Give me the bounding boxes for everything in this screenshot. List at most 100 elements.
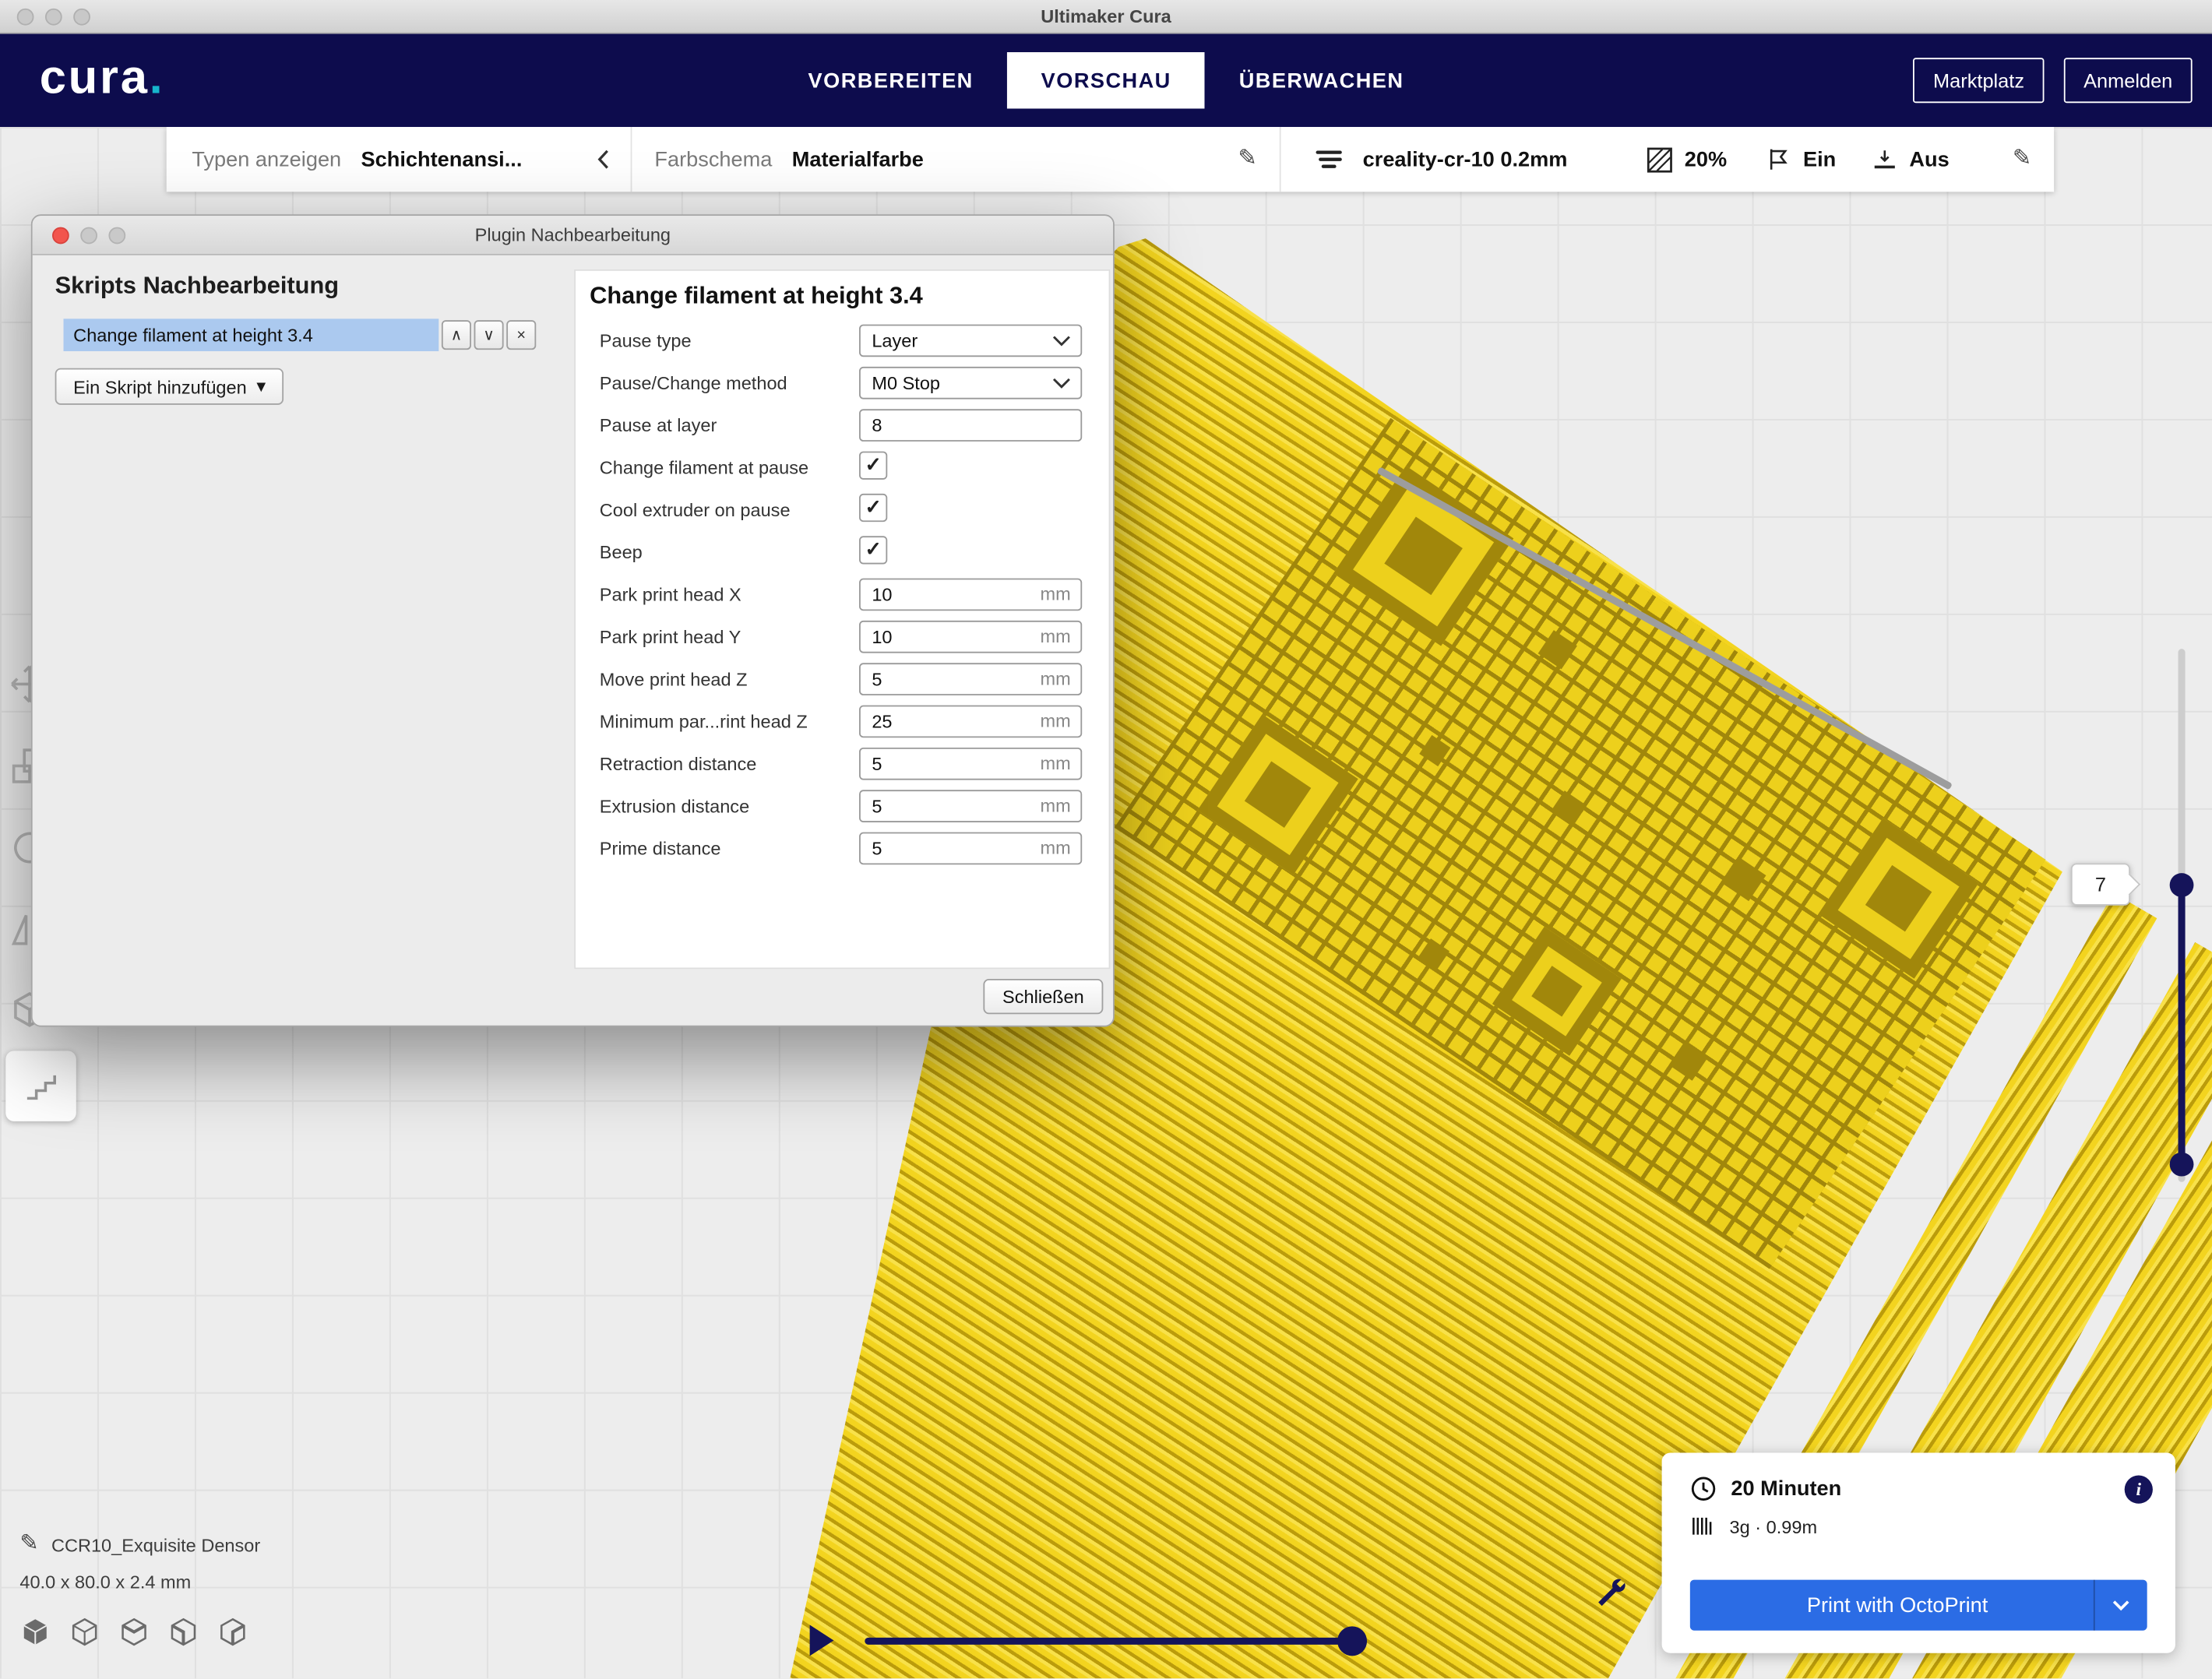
pause-at-layer-input[interactable] xyxy=(859,408,1082,441)
qr-finder-core xyxy=(1531,966,1582,1016)
adhesion-icon xyxy=(1872,146,1898,172)
rename-pencil-icon[interactable]: ✎ xyxy=(19,1533,38,1556)
material-usage: 3g · 0.99m xyxy=(1730,1515,1818,1536)
check-icon: ✓ xyxy=(865,452,882,477)
field-label: Minimum par...rint head Z xyxy=(600,710,859,731)
view-type-label: Typen anzeigen xyxy=(192,147,341,171)
support-blocker-panel[interactable] xyxy=(5,1051,76,1121)
scripts-heading: Skripts Nachbearbeitung xyxy=(55,273,339,301)
model-info: ✎ CCR10_Exquisite Densor 40.0 x 80.0 x 2… xyxy=(19,1533,260,1593)
qr-module xyxy=(1723,858,1766,901)
field-label: Move print head Z xyxy=(600,668,859,689)
info-icon[interactable]: i xyxy=(2125,1476,2153,1504)
printer-profile: creality-cr-10 0.2mm xyxy=(1363,147,1568,171)
park-print-head-x-input[interactable] xyxy=(859,578,1082,611)
print-button-chevron[interactable] xyxy=(2094,1580,2147,1631)
timeline-slider-track[interactable] xyxy=(865,1638,1361,1645)
qr-module xyxy=(1538,630,1577,669)
prime-distance-input[interactable] xyxy=(859,832,1082,864)
view-top-icon[interactable] xyxy=(118,1617,150,1648)
layer-slider-handle-top[interactable] xyxy=(2170,873,2194,897)
tab-vorschau[interactable]: VORSCHAU xyxy=(1007,52,1205,108)
layer-slider-range[interactable] xyxy=(2179,885,2186,1164)
move-print-head-z-input[interactable] xyxy=(859,662,1082,695)
beep-checkbox[interactable]: ✓ xyxy=(859,535,887,563)
color-scheme-value: Materialfarbe xyxy=(792,147,924,171)
retraction-distance-input[interactable] xyxy=(859,747,1082,780)
script-list-row: Change filament at height 3.4 ∧ ∨ × xyxy=(64,319,537,351)
add-script-label: Ein Skript hinzufügen xyxy=(73,376,247,397)
field-label: Beep xyxy=(600,541,859,562)
model-dimensions: 40.0 x 80.0 x 2.4 mm xyxy=(19,1572,260,1593)
layer-slider-handle-bottom[interactable] xyxy=(2170,1153,2194,1177)
field-label: Pause/Change method xyxy=(600,371,859,392)
field-row: Beep ✓ xyxy=(576,530,1109,572)
print-time-row: 20 Minuten xyxy=(1690,1476,2147,1502)
dialog-close-button[interactable] xyxy=(52,227,69,244)
cool-extruder-checkbox[interactable]: ✓ xyxy=(859,493,887,521)
check-icon: ✓ xyxy=(865,495,882,519)
field-row: Change filament at pause ✓ xyxy=(576,445,1109,488)
qr-finder-core xyxy=(1384,516,1463,595)
close-window-button[interactable] xyxy=(17,8,34,25)
model-name: CCR10_Exquisite Densor xyxy=(51,1534,260,1555)
camera-view-presets xyxy=(19,1617,248,1648)
timeline-slider-handle[interactable] xyxy=(1337,1626,1367,1656)
color-scheme-selector[interactable]: Farbschema Materialfarbe ✎ xyxy=(632,127,1279,192)
view-3d-icon[interactable] xyxy=(19,1617,51,1648)
tab-ueberwachen[interactable]: ÜBERWACHEN xyxy=(1205,52,1438,108)
dialog-close-action-button[interactable]: Schließen xyxy=(983,979,1103,1014)
field-row: Pause at layer xyxy=(576,403,1109,445)
dialog-zoom-button[interactable] xyxy=(108,227,125,244)
qr-finder-pattern xyxy=(1492,927,1622,1056)
print-with-octoprint-button[interactable]: Print with OctoPrint xyxy=(1690,1580,2147,1631)
field-row: Cool extruder on pause ✓ xyxy=(576,488,1109,530)
script-settings-panel: Change filament at height 3.4 Pause type… xyxy=(574,269,1110,969)
dialog-minimize-button[interactable] xyxy=(80,227,97,244)
change-filament-checkbox[interactable]: ✓ xyxy=(859,451,887,479)
minimum-park-print-head-z-input[interactable] xyxy=(859,705,1082,737)
print-time: 20 Minuten xyxy=(1731,1477,1841,1501)
zoom-window-button[interactable] xyxy=(73,8,90,25)
qr-module xyxy=(1669,1042,1708,1081)
nav-buttons: Marktplatz Anmelden xyxy=(1914,58,2193,103)
view-front-icon[interactable] xyxy=(69,1617,100,1648)
move-script-up-button[interactable]: ∧ xyxy=(442,320,471,350)
cura-window: Ultimaker Cura cura. VORBEREITEN VORSCHA… xyxy=(0,0,2212,1678)
view-type-selector[interactable]: Typen anzeigen Schichtenansi... xyxy=(167,127,631,192)
print-job-card: 20 Minuten i 3g · 0.99m Print with OctoP… xyxy=(1662,1453,2175,1653)
signin-button[interactable]: Anmelden xyxy=(2064,58,2193,103)
pause-type-select[interactable]: Layer xyxy=(859,324,1082,357)
pause-method-select[interactable]: M0 Stop xyxy=(859,366,1082,399)
print-button-label: Print with OctoPrint xyxy=(1807,1593,2031,1617)
filament-icon xyxy=(1690,1513,1716,1539)
marketplace-button[interactable]: Marktplatz xyxy=(1914,58,2045,103)
support-value: Ein xyxy=(1803,147,1836,171)
layer-number-bubble: 7 xyxy=(2071,863,2130,905)
play-button[interactable] xyxy=(810,1625,834,1656)
macos-titlebar: Ultimaker Cura xyxy=(0,0,2212,33)
extrusion-distance-input[interactable] xyxy=(859,789,1082,822)
settings-wrench-icon[interactable] xyxy=(1594,1574,1628,1607)
minimize-window-button[interactable] xyxy=(45,8,62,25)
tab-vorbereiten[interactable]: VORBEREITEN xyxy=(774,52,1007,108)
chevron-left-icon[interactable] xyxy=(595,148,611,171)
qr-module xyxy=(1418,938,1449,970)
field-label: Park print head Y xyxy=(600,625,859,646)
print-settings-summary[interactable]: creality-cr-10 0.2mm 20% Ein Aus ✎ xyxy=(1281,127,2055,192)
add-script-button[interactable]: Ein Skript hinzufügen ▾ xyxy=(55,368,284,405)
remove-script-button[interactable]: × xyxy=(506,320,536,350)
selected-script-item[interactable]: Change filament at height 3.4 xyxy=(64,319,439,351)
move-script-down-button[interactable]: ∨ xyxy=(474,320,504,350)
field-label: Park print head X xyxy=(600,583,859,604)
view-left-icon[interactable] xyxy=(168,1617,199,1648)
qr-finder-pattern xyxy=(1198,714,1358,875)
view-type-value: Schichtenansi... xyxy=(361,147,523,171)
select-value: M0 Stop xyxy=(872,371,940,392)
view-right-icon[interactable] xyxy=(217,1617,248,1648)
qr-module xyxy=(1419,735,1450,766)
edit-pencil-icon[interactable]: ✎ xyxy=(1238,148,1257,171)
park-print-head-y-input[interactable] xyxy=(859,620,1082,653)
edit-pencil-icon[interactable]: ✎ xyxy=(2013,148,2031,171)
chevron-down-icon xyxy=(1052,378,1071,389)
